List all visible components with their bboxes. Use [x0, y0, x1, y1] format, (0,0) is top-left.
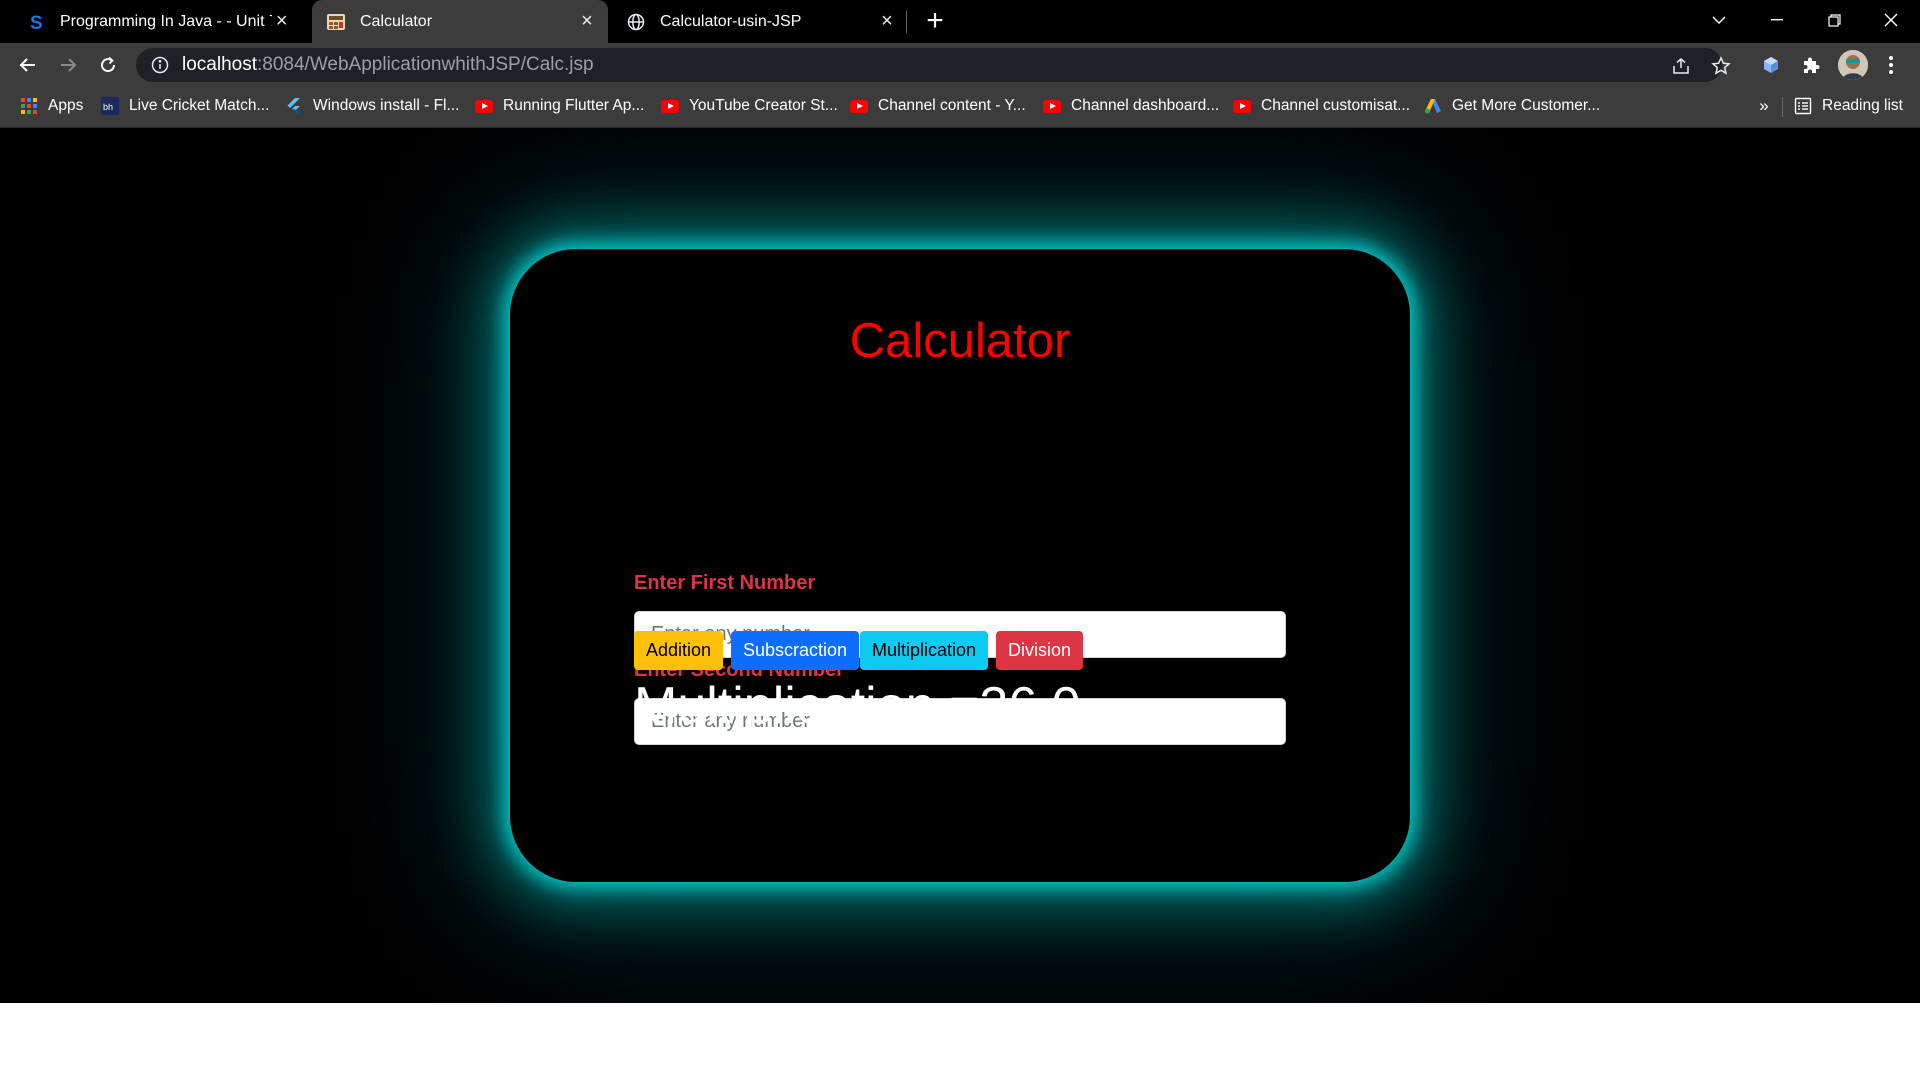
more-bookmarks-chevron[interactable]: » [1754, 87, 1774, 125]
google-ads-icon [1424, 97, 1442, 115]
calculator-favicon-icon [326, 12, 346, 32]
close-tab-icon[interactable]: × [272, 10, 292, 33]
minimize-button[interactable] [1748, 0, 1806, 40]
forward-button[interactable] [52, 49, 84, 81]
tab-calculator[interactable]: Calculator × [312, 0, 608, 43]
browser-menu-icon[interactable] [1876, 50, 1906, 80]
profile-avatar[interactable] [1838, 50, 1868, 80]
close-window-button[interactable] [1862, 0, 1920, 40]
youtube-icon [661, 97, 679, 115]
result-text: Multiplication =36.0 [634, 677, 1081, 735]
tab-search-chevron-icon[interactable] [1690, 0, 1748, 40]
bookmark-running-flutter[interactable]: Running Flutter Ap... [475, 87, 644, 125]
reading-list-icon [1794, 97, 1812, 115]
url-host: localhost [182, 54, 257, 75]
tab-title: Calculator [360, 12, 433, 30]
svg-text:S: S [30, 13, 43, 32]
back-button[interactable] [12, 49, 44, 81]
bookmark-label: YouTube Creator St... [689, 97, 838, 114]
reading-list-label: Reading list [1822, 97, 1903, 114]
bookmark-get-more-customers[interactable]: Get More Customer... [1424, 87, 1600, 125]
bookmarks-bar: Apps bh Live Cricket Match... Windows in… [0, 87, 1920, 128]
bookmark-youtube-creator[interactable]: YouTube Creator St... [661, 87, 838, 125]
site-info-icon[interactable] [150, 55, 170, 75]
tab-title: Programming In Java - - Unit 7 - [60, 12, 272, 30]
bookmark-apps[interactable]: Apps [20, 87, 83, 125]
url-path: :8084/WebApplicationwhithJSP/Calc.jsp [257, 54, 594, 75]
bookmark-channel-customisation[interactable]: Channel customisat... [1233, 87, 1410, 125]
bookmark-label: Channel dashboard... [1071, 97, 1220, 114]
bookmark-channel-dashboard[interactable]: Channel dashboard... [1043, 87, 1219, 125]
bookmark-label: Windows install - Fl... [313, 97, 460, 114]
bookmark-channel-content[interactable]: Channel content - Y... [850, 87, 1026, 125]
address-bar[interactable]: localhost:8084/WebApplicationwhithJSP/Ca… [136, 48, 1731, 82]
reading-list-button[interactable]: Reading list [1794, 87, 1903, 125]
tab-programming-in-java[interactable]: S Programming In Java - - Unit 7 - × [12, 0, 302, 43]
youtube-icon [475, 97, 493, 115]
page-bottom-area [0, 1003, 1920, 1080]
bookmark-windows-install[interactable]: Windows install - Fl... [285, 87, 459, 125]
svg-text:bh: bh [103, 102, 113, 112]
share-icon[interactable] [1670, 55, 1692, 77]
calculator-actions: Addition Subscraction Multiplication Div… [510, 249, 1410, 882]
youtube-icon [1043, 97, 1061, 115]
apps-grid-icon [20, 97, 38, 115]
bookmark-label: Apps [48, 97, 84, 114]
tab-title: Calculator-usin-JSP [660, 12, 802, 30]
bookmark-label: Channel content - Y... [878, 97, 1026, 114]
bookmark-label: Live Cricket Match... [129, 97, 270, 114]
division-button[interactable]: Division [996, 631, 1084, 670]
bookmark-label: Channel customisat... [1261, 97, 1411, 114]
bookmark-star-icon[interactable] [1710, 55, 1732, 77]
bookmark-label: Running Flutter Ap... [503, 97, 645, 114]
tab-calculator-using-jsp[interactable]: Calculator-usin-JSP × [612, 0, 908, 43]
multiplication-button[interactable]: Multiplication [860, 631, 989, 670]
restore-button[interactable] [1805, 0, 1863, 40]
page-viewport: Calculator Enter First Number Enter Seco… [0, 128, 1920, 1003]
addition-button[interactable]: Addition [634, 631, 724, 670]
youtube-icon [850, 97, 868, 115]
tab-separator [906, 11, 907, 33]
bookmark-live-cricket[interactable]: bh Live Cricket Match... [101, 87, 269, 125]
cricket-site-icon: bh [101, 97, 119, 115]
tab-strip: S Programming In Java - - Unit 7 - × Cal… [0, 0, 1920, 43]
flutter-icon [285, 97, 303, 115]
subtraction-button[interactable]: Subscraction [731, 631, 860, 670]
bookmark-divider [1782, 97, 1783, 117]
bookmark-label: Get More Customer... [1452, 97, 1601, 114]
youtube-icon [1233, 97, 1251, 115]
reload-button[interactable] [92, 49, 124, 81]
extension-cube-icon[interactable] [1756, 50, 1786, 80]
s-logo-icon: S [26, 12, 46, 32]
close-tab-icon[interactable]: × [576, 10, 598, 33]
extensions-puzzle-icon[interactable] [1796, 50, 1826, 80]
url-text[interactable]: localhost:8084/WebApplicationwhithJSP/Ca… [182, 54, 594, 76]
close-tab-icon[interactable]: × [876, 10, 898, 33]
browser-toolbar: localhost:8084/WebApplicationwhithJSP/Ca… [0, 43, 1920, 87]
new-tab-button[interactable]: + [920, 6, 950, 36]
globe-icon [626, 12, 646, 32]
